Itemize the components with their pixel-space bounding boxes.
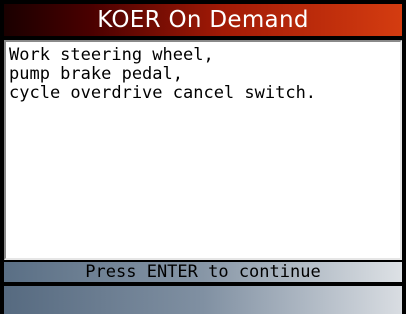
message-panel: Work steering wheel, pump brake pedal, c… xyxy=(4,40,402,260)
message-lines: Work steering wheel, pump brake pedal, c… xyxy=(6,42,400,103)
continue-prompt: Press ENTER to continue xyxy=(85,262,321,282)
screen-title: KOER On Demand xyxy=(97,7,309,33)
function-key-bar xyxy=(4,286,402,314)
continue-prompt-bar[interactable]: Press ENTER to continue xyxy=(4,262,402,282)
message-line-1: Work steering wheel, xyxy=(9,45,214,65)
message-line-2: pump brake pedal, xyxy=(9,64,183,84)
scan-tool-screen: KOER On Demand Work steering wheel, pump… xyxy=(0,0,406,314)
message-line-3: cycle overdrive cancel switch. xyxy=(9,83,317,103)
title-bar: KOER On Demand xyxy=(4,4,402,36)
